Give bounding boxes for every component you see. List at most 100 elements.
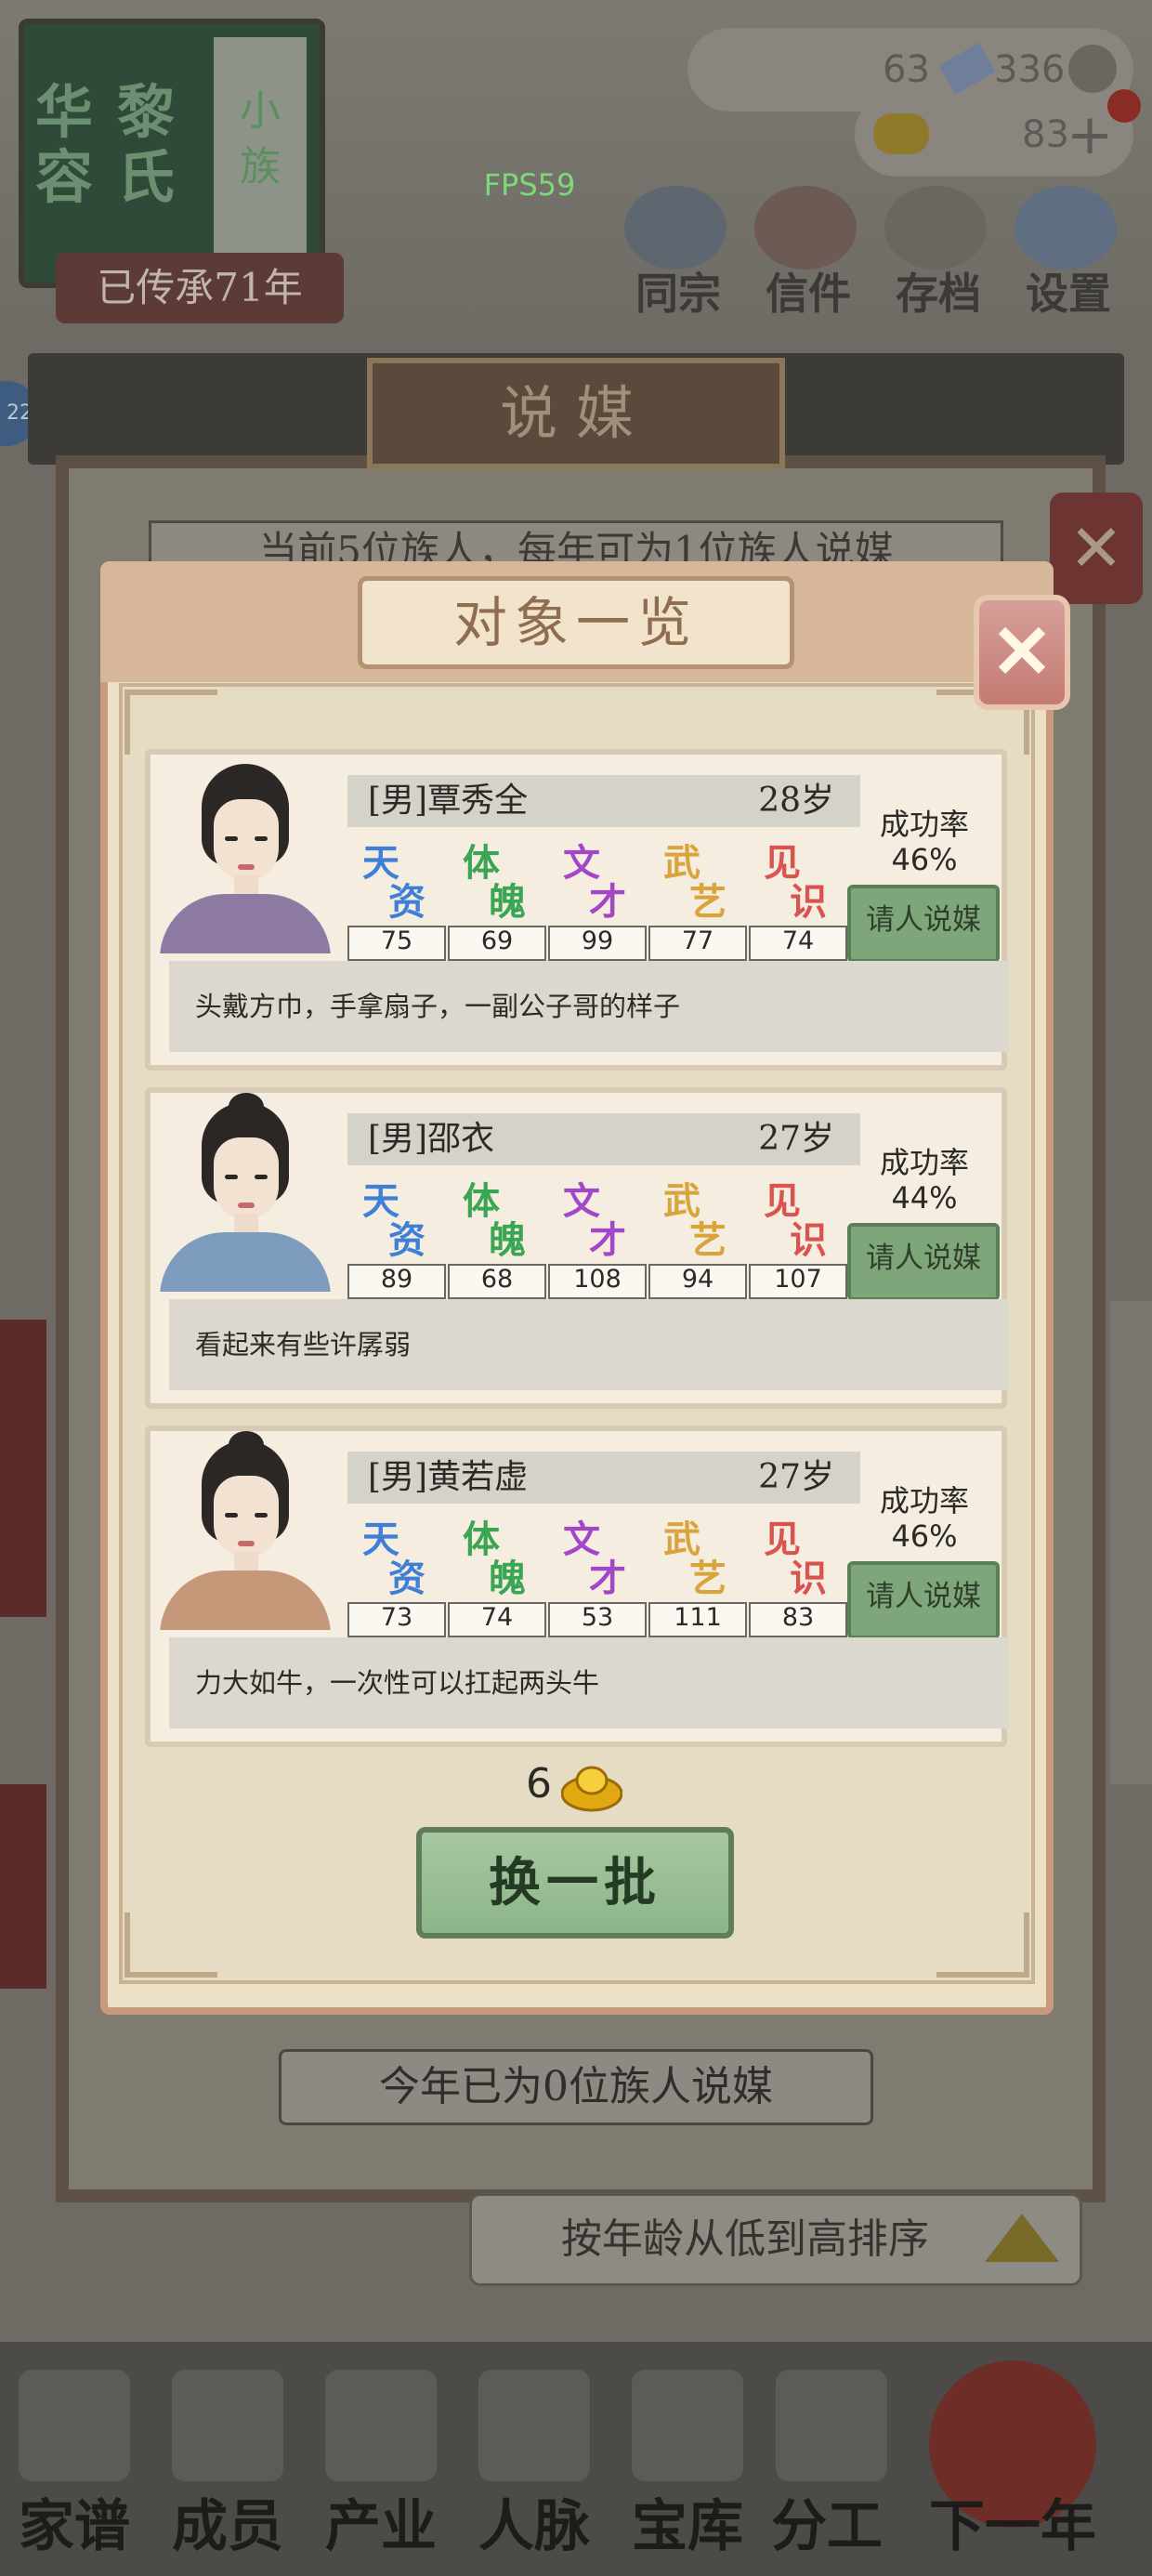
candidate-portrait: [160, 1093, 331, 1292]
top-menu-clan[interactable]: 同宗: [613, 260, 743, 322]
stat-label-b: 资: [388, 1557, 425, 1600]
success-rate-value: 46%: [891, 842, 958, 877]
nav-assignment[interactable]: 分工: [757, 2481, 897, 2562]
nav-industry[interactable]: 产业: [311, 2481, 451, 2562]
stat-label-b: 魄: [489, 880, 526, 924]
eye-right: [255, 1513, 268, 1518]
candidate-portrait: [160, 755, 331, 953]
stat-2: 文 才 53: [548, 1509, 647, 1639]
invite-matchmaker-button[interactable]: 请人说媒: [847, 1223, 1000, 1301]
refresh-button[interactable]: 换一批: [416, 1827, 734, 1939]
stat-4: 见 识 107: [749, 1171, 847, 1301]
stat-value: 53: [548, 1602, 647, 1637]
stat-0: 天 资 73: [347, 1509, 446, 1639]
notification-dot: [1107, 89, 1141, 123]
candidate-name: [男]邵衣: [368, 1120, 495, 1158]
success-rate-label: 成功率: [879, 1483, 969, 1518]
candidate-card: [男]邵衣 27岁 天 资 89 体 魄 68 文 才 108 武 艺 94 见…: [145, 1087, 1009, 1409]
candidate-age: 28岁: [758, 782, 834, 820]
coin-icon: [1068, 45, 1117, 93]
eye-right: [255, 1175, 268, 1179]
gold-value: 83: [1022, 113, 1069, 156]
candidate-name-bar: [男]黄若虚 27岁: [347, 1452, 860, 1504]
settings-icon[interactable]: [1015, 186, 1117, 269]
eye-right: [255, 836, 268, 841]
clan-years-banner: 已传承71年: [56, 253, 344, 323]
clan-name-line-1: 华容: [35, 78, 94, 211]
close-button[interactable]: ✕: [974, 595, 1070, 710]
top-menu-save[interactable]: 存档: [873, 260, 1003, 322]
fps-counter: FPS59: [483, 167, 576, 203]
clan-icon[interactable]: [624, 186, 727, 269]
top-menu-settings[interactable]: 设置: [1003, 260, 1133, 322]
lips: [238, 864, 255, 870]
corner-ornament-br: [936, 1912, 1029, 1978]
industry-icon: [325, 2370, 437, 2481]
lips: [238, 1203, 255, 1208]
stat-value: 75: [347, 926, 446, 961]
stat-label-b: 识: [790, 880, 827, 924]
eye-left: [225, 1513, 238, 1518]
top-menu: 同宗 信件 存档 设置: [613, 186, 1152, 319]
invite-matchmaker-button[interactable]: 请人说媒: [847, 885, 1000, 963]
nav-next-year[interactable]: 下一年: [906, 2481, 1119, 2562]
stat-4: 见 识 83: [749, 1509, 847, 1639]
stat-label-b: 艺: [689, 1557, 727, 1600]
stat-label-b: 艺: [689, 1218, 727, 1262]
stat-3: 武 艺 94: [648, 1171, 747, 1301]
stat-4: 见 识 74: [749, 833, 847, 963]
gold-ingot-icon: [561, 1766, 622, 1812]
eye-left: [225, 836, 238, 841]
nav-treasury[interactable]: 宝库: [618, 2481, 757, 2562]
members-icon: [172, 2370, 283, 2481]
stat-2: 文 才 108: [548, 1171, 647, 1301]
network-icon: [478, 2370, 590, 2481]
candidate-card: [男]覃秀全 28岁 天 资 75 体 魄 69 文 才 99 武 艺 77 见…: [145, 749, 1009, 1071]
candidate-age: 27岁: [758, 1120, 834, 1158]
stat-value: 83: [749, 1602, 847, 1637]
invite-matchmaker-button[interactable]: 请人说媒: [847, 1561, 1000, 1639]
ticket-icon: [938, 42, 996, 96]
clan-name-line-2: 黎氏: [117, 78, 176, 211]
stat-value: 74: [749, 926, 847, 961]
side-panel-left-2: [0, 1784, 46, 1989]
genealogy-icon: [19, 2370, 130, 2481]
stat-3: 武 艺 77: [648, 833, 747, 963]
stat-value: 89: [347, 1264, 446, 1299]
top-menu-letter[interactable]: 信件: [743, 260, 873, 322]
outer-dialog-title: 说媒: [367, 358, 785, 469]
nav-members[interactable]: 成员: [158, 2481, 297, 2562]
clan-tag-page: 小族: [214, 37, 307, 260]
stat-label-b: 才: [589, 1557, 626, 1600]
nav-network[interactable]: 人脉: [465, 2481, 604, 2562]
stat-value: 74: [448, 1602, 546, 1637]
robe: [160, 894, 331, 953]
eye-left: [225, 1175, 238, 1179]
add-gold-icon[interactable]: +: [1067, 93, 1113, 177]
candidate-portrait: [160, 1431, 331, 1630]
close-icon: ✕: [990, 608, 1054, 695]
candidate-name: [男]黄若虚: [368, 1458, 529, 1496]
lips: [238, 1541, 255, 1546]
side-panel-left: [0, 1320, 46, 1617]
stat-label-b: 才: [589, 1218, 626, 1262]
stat-value: 107: [749, 1264, 847, 1299]
letter-icon[interactable]: [754, 186, 857, 269]
side-panel-right: [1110, 1301, 1152, 1784]
outer-dialog-footer: 今年已为0位族人说媒: [279, 2049, 873, 2125]
stat-value: 77: [648, 926, 747, 961]
robe: [160, 1232, 331, 1292]
candidate-description: 力大如牛，一次性可以扛起两头牛: [169, 1637, 1009, 1728]
treasury-icon: [632, 2370, 743, 2481]
stat-1: 体 魄 74: [448, 1509, 546, 1639]
gold-ingot-icon: [873, 113, 929, 154]
stat-label-b: 资: [388, 1218, 425, 1262]
success-rate-value: 44%: [891, 1180, 958, 1216]
save-icon[interactable]: [884, 186, 987, 269]
stat-label-b: 艺: [689, 880, 727, 924]
stat-value: 68: [448, 1264, 546, 1299]
nav-genealogy[interactable]: 家谱: [5, 2481, 144, 2562]
stat-value: 69: [448, 926, 546, 961]
stat-0: 天 资 89: [347, 1171, 446, 1301]
outer-close-button[interactable]: ✕: [1050, 493, 1143, 604]
